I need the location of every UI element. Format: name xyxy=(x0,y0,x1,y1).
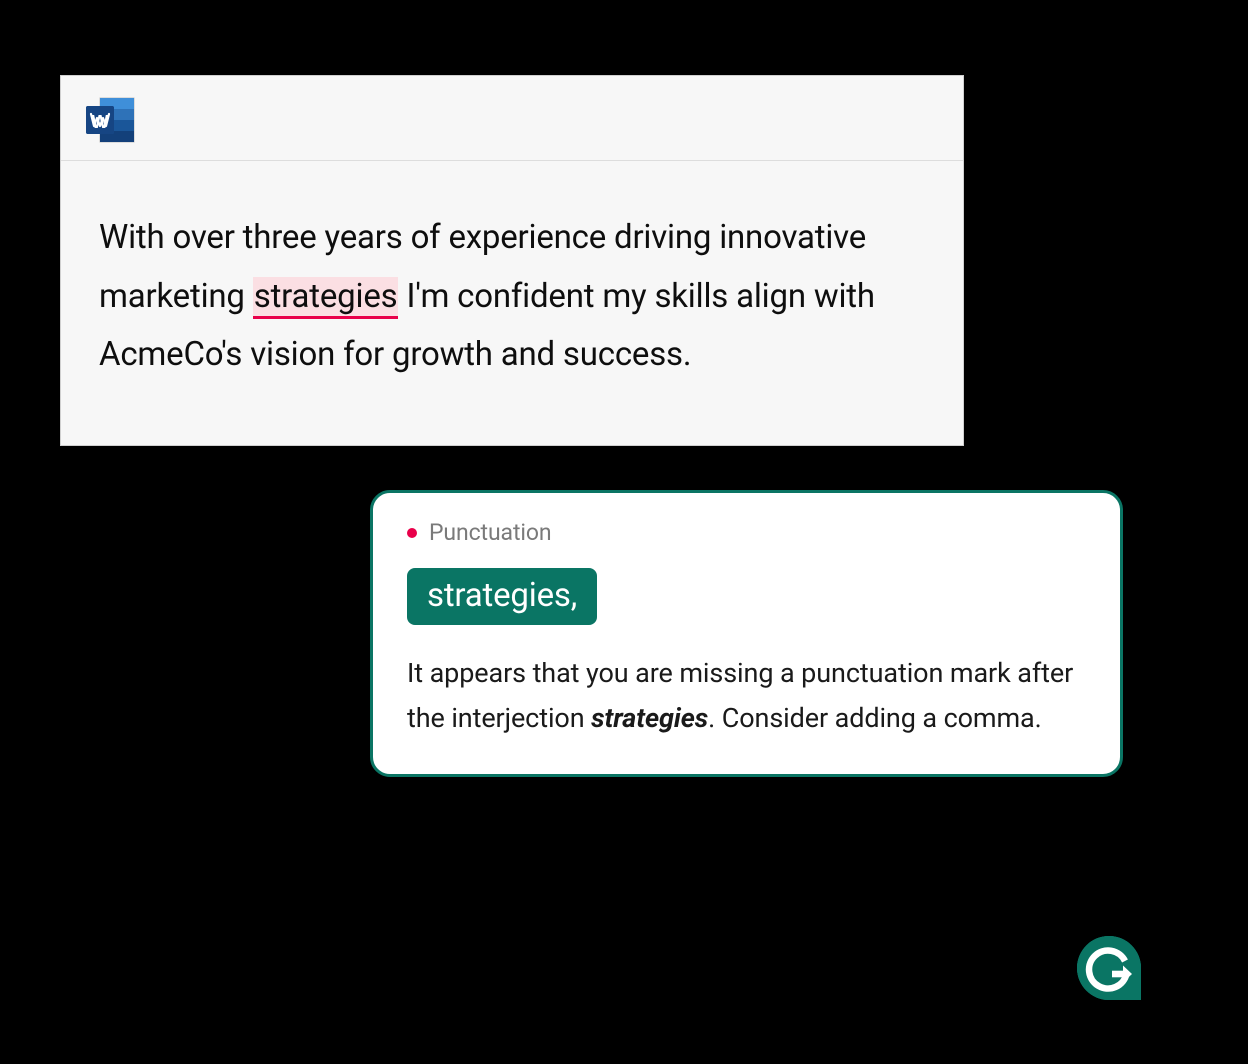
correction-chip[interactable]: strategies, xyxy=(407,568,597,625)
suggestion-explanation: It appears that you are missing a punctu… xyxy=(407,651,1086,740)
explanation-after: . Consider adding a comma. xyxy=(708,702,1042,734)
error-dot-icon xyxy=(407,528,417,538)
word-icon: W xyxy=(83,95,137,145)
word-document-window: W With over three years of experience dr… xyxy=(60,75,964,446)
document-body[interactable]: With over three years of experience driv… xyxy=(61,161,963,445)
suggestion-category-row: Punctuation xyxy=(407,519,1086,546)
grammarly-icon[interactable] xyxy=(1075,934,1143,1002)
error-highlighted-word[interactable]: strategies xyxy=(253,277,399,319)
suggestion-card: Punctuation strategies, It appears that … xyxy=(370,490,1123,777)
svg-text:W: W xyxy=(92,112,109,132)
word-header: W xyxy=(61,76,963,161)
explanation-emphasized-word: strategies xyxy=(591,702,708,734)
suggestion-category-label: Punctuation xyxy=(429,519,551,546)
